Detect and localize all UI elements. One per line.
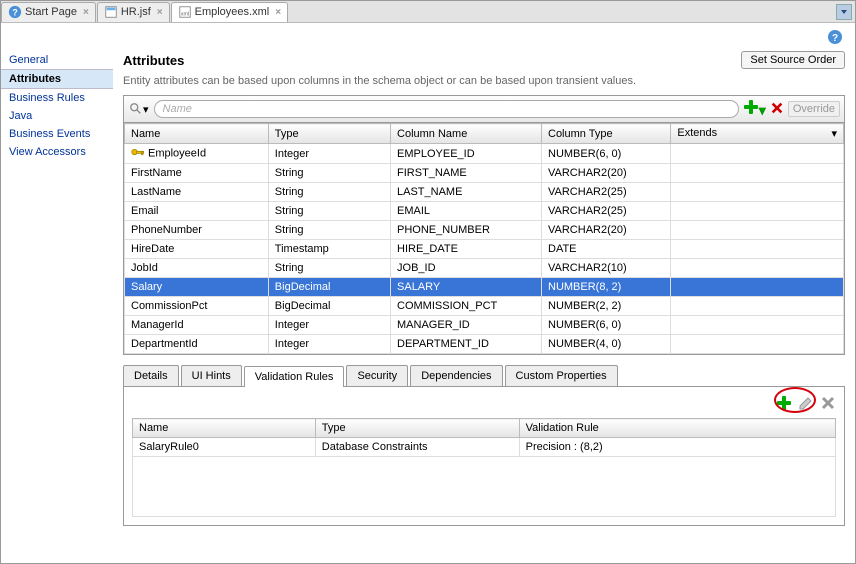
table-row[interactable]: HireDateTimestampHIRE_DATEDATE	[125, 240, 844, 259]
table-row[interactable]: EmailStringEMAILVARCHAR2(25)	[125, 202, 844, 221]
sidebar-item-general[interactable]: General	[1, 51, 113, 69]
help-row: ?	[1, 23, 855, 47]
delete-validation-button[interactable]	[820, 395, 836, 414]
close-icon[interactable]: ×	[157, 7, 163, 18]
tab-start-page[interactable]: ? Start Page ×	[1, 2, 96, 22]
svg-text:xml: xml	[181, 12, 189, 18]
subtab-ui-hints[interactable]: UI Hints	[181, 365, 242, 386]
col-column-type[interactable]: Column Type	[542, 124, 671, 144]
svg-text:?: ?	[12, 8, 17, 18]
page-description: Entity attributes can be based upon colu…	[123, 75, 845, 87]
editor-tabbar: ? Start Page × HR.jsf × xml Employees.xm…	[1, 1, 855, 23]
xml-file-icon: xml	[178, 5, 192, 19]
subtab-dependencies[interactable]: Dependencies	[410, 365, 502, 386]
tab-employees-xml[interactable]: xml Employees.xml ×	[171, 2, 288, 22]
close-icon[interactable]: ×	[83, 7, 89, 18]
subtab-details[interactable]: Details	[123, 365, 179, 386]
subtabs: Details UI Hints Validation Rules Securi…	[123, 365, 845, 387]
col-extends[interactable]: Extends▾	[671, 124, 844, 144]
search-icon[interactable]: ▾	[128, 101, 150, 117]
attributes-toolbar: ▾ ▾ Override	[123, 95, 845, 122]
col-name[interactable]: Name	[125, 124, 269, 144]
tab-label: Start Page	[25, 6, 77, 18]
validation-row[interactable]: SalaryRule0 Database Constraints Precisi…	[133, 438, 836, 457]
sidebar-item-business-events[interactable]: Business Events	[1, 125, 113, 143]
valcol-rule[interactable]: Validation Rule	[519, 419, 835, 438]
override-button[interactable]: Override	[788, 101, 840, 117]
add-validation-button[interactable]	[776, 395, 792, 414]
close-icon[interactable]: ×	[275, 7, 281, 18]
subtab-validation-rules[interactable]: Validation Rules	[244, 366, 345, 387]
tabbar-menu-button[interactable]	[836, 4, 852, 20]
help-icon[interactable]: ?	[827, 29, 843, 45]
valcol-type[interactable]: Type	[315, 419, 519, 438]
table-row[interactable]: DepartmentIdIntegerDEPARTMENT_IDNUMBER(4…	[125, 335, 844, 354]
page-title: Attributes	[123, 53, 741, 68]
table-row[interactable]: CommissionPctBigDecimalCOMMISSION_PCTNUM…	[125, 297, 844, 316]
col-type[interactable]: Type	[268, 124, 390, 144]
validation-toolbar	[132, 395, 836, 418]
tab-label: HR.jsf	[121, 6, 151, 18]
validation-table: Name Type Validation Rule SalaryRule0 Da…	[132, 418, 836, 517]
table-row[interactable]: PhoneNumberStringPHONE_NUMBERVARCHAR2(20…	[125, 221, 844, 240]
sidebar-item-java[interactable]: Java	[1, 107, 113, 125]
table-row[interactable]: ManagerIdIntegerMANAGER_IDNUMBER(6, 0)	[125, 316, 844, 335]
question-blue-icon: ?	[8, 5, 22, 19]
edit-validation-button[interactable]	[798, 395, 814, 414]
attributes-table: Name Type Column Name Column Type Extend…	[123, 122, 845, 355]
primary-key-icon	[131, 147, 145, 160]
sidebar-item-view-accessors[interactable]: View Accessors	[1, 143, 113, 161]
table-row[interactable]: EmployeeIdIntegerEMPLOYEE_IDNUMBER(6, 0)	[125, 144, 844, 164]
subtab-custom-properties[interactable]: Custom Properties	[505, 365, 618, 386]
sidebar-item-attributes[interactable]: Attributes	[1, 69, 113, 89]
svg-text:?: ?	[832, 33, 838, 44]
jsf-page-icon	[104, 5, 118, 19]
table-row[interactable]: JobIdStringJOB_IDVARCHAR2(10)	[125, 259, 844, 278]
validation-panel: Name Type Validation Rule SalaryRule0 Da…	[123, 387, 845, 526]
table-row[interactable]: FirstNameStringFIRST_NAMEVARCHAR2(20)	[125, 164, 844, 183]
tab-hr-jsf[interactable]: HR.jsf ×	[97, 2, 170, 22]
search-input[interactable]	[154, 100, 739, 118]
sidebar-item-business-rules[interactable]: Business Rules	[1, 89, 113, 107]
sidebar: General Attributes Business Rules Java B…	[1, 47, 113, 563]
subtab-security[interactable]: Security	[346, 365, 408, 386]
table-row[interactable]: SalaryBigDecimalSALARYNUMBER(8, 2)	[125, 278, 844, 297]
col-column-name[interactable]: Column Name	[391, 124, 542, 144]
delete-attribute-button[interactable]	[770, 101, 784, 118]
table-row[interactable]: LastNameStringLAST_NAMEVARCHAR2(25)	[125, 183, 844, 202]
valcol-name[interactable]: Name	[133, 419, 316, 438]
tab-label: Employees.xml	[195, 6, 270, 18]
set-source-order-button[interactable]: Set Source Order	[741, 51, 845, 69]
add-attribute-button[interactable]: ▾	[743, 99, 766, 119]
